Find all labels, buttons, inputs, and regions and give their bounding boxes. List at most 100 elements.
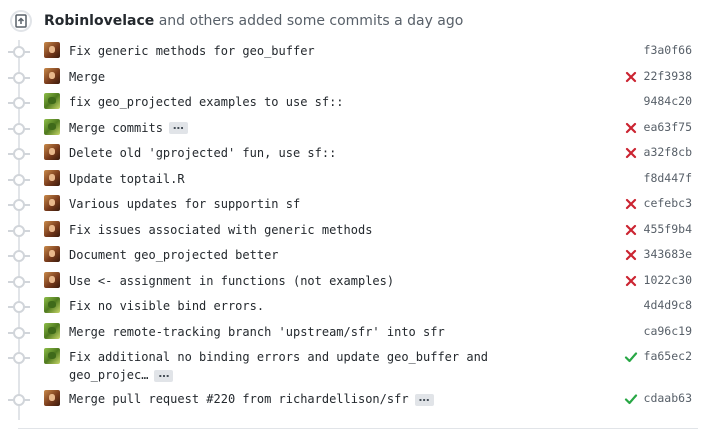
commit-row: Document geo_projected better 343683e <box>0 243 716 269</box>
commit-message-text[interactable]: Fix no visible bind errors. <box>69 299 264 313</box>
commit-dot-icon <box>8 71 30 84</box>
avatar[interactable] <box>44 42 60 58</box>
commit-message-text[interactable]: Document geo_projected better <box>69 248 279 262</box>
commit-message-text[interactable]: Fix additional no binding errors and upd… <box>69 350 488 364</box>
commit-sha-link[interactable]: ca96c19 <box>644 324 692 338</box>
commit-message[interactable]: fix geo_projected examples to use sf:: <box>69 93 344 111</box>
avatar[interactable] <box>44 118 60 135</box>
commit-row: fix geo_projected examples to use sf:: 94… <box>0 90 716 116</box>
avatar[interactable] <box>44 220 60 237</box>
status-fail-icon[interactable] <box>624 196 638 210</box>
commit-message-text[interactable]: Various updates for supportin sf <box>69 197 300 211</box>
commit-dot-icon <box>8 122 30 135</box>
commit-sha-link[interactable]: cdaab63 <box>644 391 692 405</box>
commit-row: Fix issues associated with generic metho… <box>0 218 716 244</box>
commit-message-text[interactable]: Merge remote-tracking branch 'upstream/s… <box>69 325 445 339</box>
commit-dot-icon <box>8 224 30 237</box>
commit-message[interactable]: Fix generic methods for geo_buffer <box>69 42 315 60</box>
commit-sha-link[interactable]: f3a0f66 <box>644 43 692 57</box>
avatar[interactable] <box>44 348 60 364</box>
commit-message[interactable]: Fix issues associated with generic metho… <box>69 221 372 239</box>
expand-message-button[interactable]: … <box>154 368 174 382</box>
commit-row: Use <- assignment in functions (not exam… <box>0 269 716 295</box>
commit-message-text[interactable]: Delete old 'gprojected' fun, use sf:: <box>69 146 336 160</box>
status-fail-icon[interactable] <box>624 145 638 159</box>
commit-sha-link[interactable]: 4d4d9c8 <box>644 298 692 312</box>
avatar[interactable] <box>44 390 60 406</box>
avatar[interactable] <box>44 144 60 160</box>
status-fail-icon[interactable] <box>624 273 638 287</box>
status-fail-icon[interactable] <box>624 120 638 134</box>
push-summary-text: and others added some commits a day ago <box>154 13 464 29</box>
commit-sha-link[interactable]: 22f3938 <box>644 69 692 83</box>
avatar[interactable] <box>44 169 60 186</box>
commit-row: Update toptail.R f8d447f <box>0 167 716 193</box>
commit-dot-icon <box>8 199 30 211</box>
commit-message-text[interactable]: Update toptail.R <box>69 172 185 186</box>
commit-sha-link[interactable]: 1022c30 <box>644 273 692 287</box>
commit-message-text[interactable]: fix geo_projected examples to use sf:: <box>69 95 344 109</box>
avatar[interactable] <box>44 67 60 84</box>
push-summary: Robinlovelace and others added some comm… <box>44 13 463 29</box>
status-fail-icon[interactable] <box>624 222 638 236</box>
commit-row: Fix no visible bind errors. 4d4d9c8 <box>0 294 716 320</box>
commit-sha-link[interactable]: 9484c20 <box>644 94 692 108</box>
commit-row: Fix generic methods for geo_buffer f3a0f6… <box>0 39 716 65</box>
status-success-icon[interactable] <box>624 349 638 363</box>
commit-row: Delete old 'gprojected' fun, use sf:: a32… <box>0 141 716 167</box>
commit-row: Merge 22f3938 <box>0 65 716 91</box>
avatar[interactable] <box>44 246 60 262</box>
commit-message[interactable]: Merge commits … <box>69 119 188 137</box>
status-fail-icon[interactable] <box>624 69 638 83</box>
commit-message[interactable]: Fix additional no binding errors and upd… <box>69 348 488 384</box>
author-link[interactable]: Robinlovelace <box>44 13 154 29</box>
commit-sha-link[interactable]: cefebc3 <box>644 196 692 210</box>
avatar[interactable] <box>44 297 60 313</box>
commit-dot-icon <box>8 148 30 160</box>
expand-message-button[interactable]: … <box>168 120 188 134</box>
commit-message-text[interactable]: Fix generic methods for geo_buffer <box>69 44 315 58</box>
commit-sha-link[interactable]: a32f8cb <box>644 145 692 159</box>
commit-message[interactable]: Use <- assignment in functions (not exam… <box>69 272 394 290</box>
push-header: Robinlovelace and others added some comm… <box>10 8 463 34</box>
expand-message-button[interactable]: … <box>414 392 434 406</box>
commit-message[interactable]: Merge <box>69 68 105 86</box>
commit-dot-icon <box>8 97 30 109</box>
status-fail-icon[interactable] <box>624 247 638 261</box>
commit-message-text[interactable]: Fix issues associated with generic metho… <box>69 223 372 237</box>
commit-message[interactable]: Update toptail.R <box>69 170 185 188</box>
commit-message[interactable]: Document geo_projected better <box>69 246 279 264</box>
commit-sha-link[interactable]: 343683e <box>644 247 692 261</box>
commit-dot-icon <box>8 326 30 339</box>
commit-row: Fix additional no binding errors and upd… <box>0 345 716 387</box>
commit-row: Merge commits … ea63f75 <box>0 116 716 142</box>
commit-dot-icon <box>8 301 30 313</box>
commit-message[interactable]: Merge remote-tracking branch 'upstream/s… <box>69 323 445 341</box>
commit-row: Various updates for supportin sf cefebc3 <box>0 192 716 218</box>
commit-message-text-continued[interactable]: geo_projec… <box>69 368 148 382</box>
commit-message-text[interactable]: Merge pull request #220 from richardelli… <box>69 392 409 406</box>
commit-sha-link[interactable]: ea63f75 <box>644 120 692 134</box>
commit-dot-icon <box>8 275 30 288</box>
commit-dot-icon <box>8 250 30 262</box>
commit-message[interactable]: Delete old 'gprojected' fun, use sf:: <box>69 144 336 162</box>
divider <box>18 428 698 429</box>
commit-message-text[interactable]: Merge <box>69 70 105 84</box>
commit-dot-icon <box>8 394 30 406</box>
commit-message-text[interactable]: Use <- assignment in functions (not exam… <box>69 274 394 288</box>
status-success-icon[interactable] <box>624 391 638 405</box>
commit-sha-link[interactable]: f8d447f <box>644 171 692 185</box>
avatar[interactable] <box>44 322 60 339</box>
commit-dot-icon <box>8 352 30 364</box>
commit-message[interactable]: Various updates for supportin sf <box>69 195 300 213</box>
avatar[interactable] <box>44 195 60 211</box>
commit-message[interactable]: Merge pull request #220 from richardelli… <box>69 390 434 408</box>
avatar[interactable] <box>44 271 60 288</box>
commit-dot-icon <box>8 173 30 186</box>
avatar[interactable] <box>44 93 60 109</box>
commit-message[interactable]: Fix no visible bind errors. <box>69 297 264 315</box>
commit-sha-link[interactable]: 455f9b4 <box>644 222 692 236</box>
commit-sha-link[interactable]: fa65ec2 <box>644 349 692 363</box>
commit-message-text[interactable]: Merge commits <box>69 121 163 135</box>
commit-list: Fix generic methods for geo_buffer f3a0f6… <box>0 39 716 413</box>
